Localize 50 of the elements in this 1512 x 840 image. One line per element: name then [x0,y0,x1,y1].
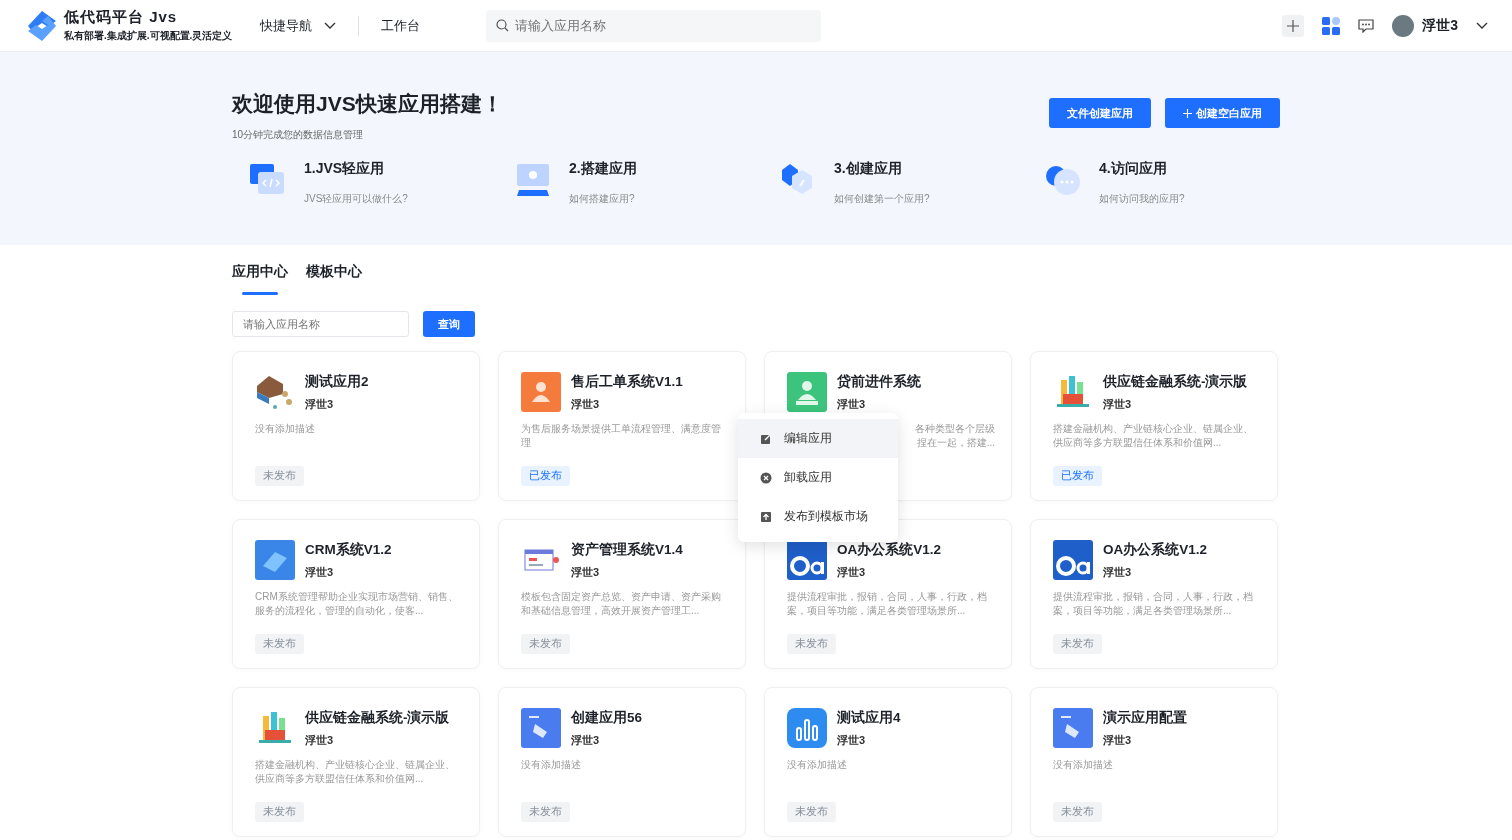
app-owner: 浮世3 [1103,396,1133,412]
app-name: OA办公系统V1.2 [837,540,942,559]
welcome-subtitle: 10分钟完成您的数据信息管理 [232,128,365,142]
app-description: 没有添加描述 [255,422,316,436]
app-owner: 浮世3 [571,396,601,412]
app-owner: 浮世3 [305,564,335,580]
app-name: 演示应用配置 [1103,708,1187,727]
app-owner: 浮世3 [571,564,601,580]
app-description: 搭建金融机构、产业链核心企业、链属企业、供应商等多方联盟信任体系和价值网... [255,758,456,786]
status-tag: 未发布 [255,802,304,822]
app-name: 创建应用56 [571,708,643,727]
app-description: 没有添加描述 [1053,758,1114,772]
app-description: 没有添加描述 [787,758,848,772]
status-tag: 未发布 [1053,634,1102,654]
app-owner: 浮世3 [571,732,601,748]
status-tag: 未发布 [521,802,570,822]
app-owner: 浮世3 [837,564,867,580]
status-tag: 未发布 [255,634,304,654]
app-description: 搭建金融机构、产业链核心企业、链属企业、供应商等多方联盟信任体系和价值网... [1053,422,1254,450]
app-owner: 浮世3 [305,732,335,748]
app-description: 模板包含固定资产总览、资产申请、资产采购和基础信息管理，高效开展资产管理工... [521,590,722,618]
app-name: OA办公系统V1.2 [1103,540,1208,559]
app-name: 供应链金融系统-演示版 [305,708,450,727]
app-owner: 浮世3 [837,396,867,412]
app-name: 售后工单系统V1.1 [571,372,683,391]
status-tag: 未发布 [787,634,836,654]
status-tag: 已发布 [1053,466,1102,486]
status-tag: 已发布 [521,466,570,486]
app-name: 供应链金融系统-演示版 [1103,372,1248,391]
logo-subtitle: 私有部署.集成扩展.可视配置.灵活定义 [64,29,233,43]
app-name: 测试应用4 [837,708,901,727]
logo-title: 低代码平台 Jvs [64,8,179,27]
status-tag: 未发布 [255,466,304,486]
app-name: 测试应用2 [305,372,369,391]
app-description: 提供流程审批，报销，合同，人事，行政，档案，项目等功能，满足各类管理场景所... [1053,590,1254,618]
app-description: 提供流程审批，报销，合同，人事，行政，档案，项目等功能，满足各类管理场景所... [787,590,988,618]
app-owner: 浮世3 [1103,732,1133,748]
app-description: 为售后服务场景提供工单流程管理、满意度管理 [521,422,722,450]
app-owner: 浮世3 [305,396,335,412]
app-name: 贷前进件系统 [837,372,921,391]
status-tag: 未发布 [787,802,836,822]
app-name: CRM系统V1.2 [305,540,392,559]
app-owner: 浮世3 [837,732,867,748]
status-tag: 未发布 [1053,802,1102,822]
app-description: 没有添加描述 [521,758,582,772]
status-tag: 未发布 [521,634,570,654]
app-owner: 浮世3 [1103,564,1133,580]
app-description: CRM系统管理帮助企业实现市场营销、销售、服务的流程化，管理的自动化，使客... [255,590,459,618]
app-name: 资产管理系统V1.4 [571,540,683,559]
welcome-title: 欢迎使用JVS快速应用搭建！ [232,91,503,117]
